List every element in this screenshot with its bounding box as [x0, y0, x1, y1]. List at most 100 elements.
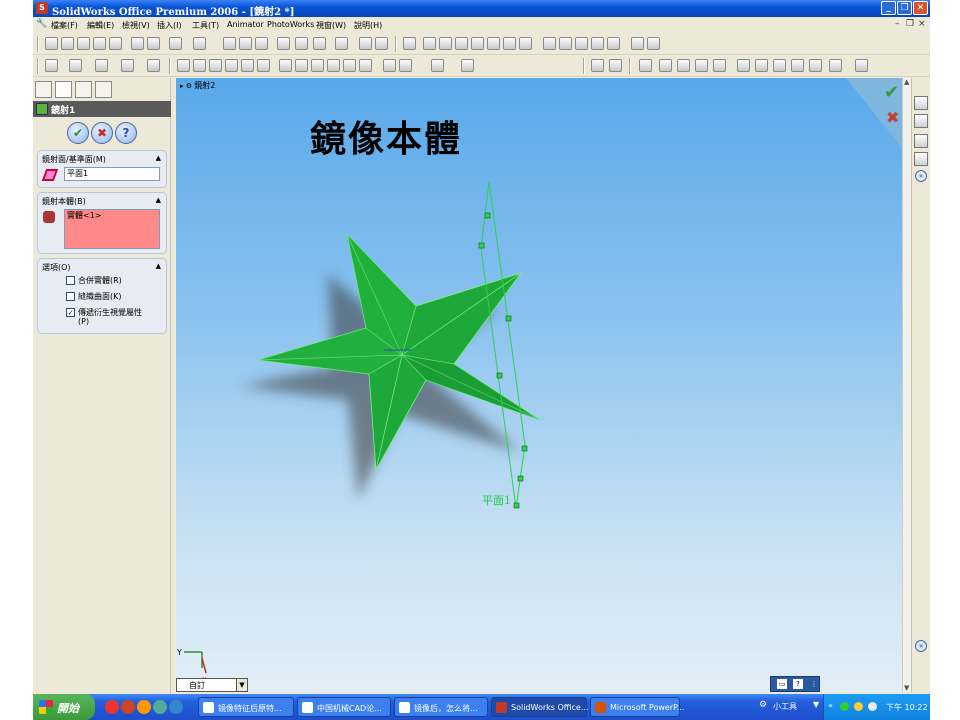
help-icon[interactable]: ?: [793, 679, 803, 689]
task-button[interactable]: SolidWorks Office...: [491, 697, 588, 717]
rib-icon[interactable]: [209, 59, 222, 72]
expand-pane-icon[interactable]: «: [915, 170, 927, 182]
balloon-icon[interactable]: [773, 59, 786, 72]
hidden-lines-visible-icon[interactable]: [559, 37, 572, 50]
assembly-icon[interactable]: [855, 59, 868, 72]
menu-icon[interactable]: ⋮: [809, 679, 819, 689]
extrude-icon[interactable]: [45, 59, 58, 72]
loft-icon[interactable]: [121, 59, 134, 72]
previous-view-icon[interactable]: [403, 37, 416, 50]
curves-icon[interactable]: [431, 59, 444, 72]
quicklaunch-icon[interactable]: [169, 700, 183, 714]
hidden-lines-removed-icon[interactable]: [575, 37, 588, 50]
dimension-icon[interactable]: [737, 59, 750, 72]
options-icon[interactable]: [277, 37, 290, 50]
weld-icon[interactable]: [809, 59, 822, 72]
gadget-label[interactable]: 小工具: [773, 701, 797, 712]
task-button[interactable]: 中国机械CAD论...: [297, 697, 391, 717]
properties-icon[interactable]: [359, 37, 372, 50]
toolbox-icon[interactable]: [609, 59, 622, 72]
file-explorer-icon[interactable]: [914, 134, 928, 148]
menu-window[interactable]: 視窗(W): [316, 20, 346, 31]
help-icon[interactable]: [375, 37, 388, 50]
split-icon[interactable]: [383, 59, 396, 72]
menu-photoworks[interactable]: PhotoWorks: [267, 20, 314, 29]
menu-animator[interactable]: Animator: [227, 20, 264, 29]
quicklaunch-icon[interactable]: [105, 700, 119, 714]
linear-pattern-icon[interactable]: [311, 59, 324, 72]
menu-insert[interactable]: 插入(I): [157, 20, 182, 31]
graphics-area[interactable]: ▸ ⚙ 鏡射2 鏡像本體 ✔ ✖ Y 平面1 自訂 ▼ ▭ ? ⋮: [176, 78, 902, 692]
knit-surfaces-checkbox[interactable]: [66, 292, 75, 301]
menu-edit[interactable]: 編輯(E): [87, 20, 114, 31]
zoom-area-icon[interactable]: [439, 37, 452, 50]
cut-extrude-icon[interactable]: [177, 59, 190, 72]
print-preview-icon[interactable]: [109, 37, 122, 50]
menu-help[interactable]: 說明(H): [354, 20, 382, 31]
print-icon[interactable]: [93, 37, 106, 50]
doc-close-button[interactable]: ×: [918, 19, 926, 29]
shell-icon[interactable]: [225, 59, 238, 72]
collapse-caret-icon[interactable]: ▲: [156, 196, 161, 204]
open-icon[interactable]: [61, 37, 74, 50]
feature-manager-tab[interactable]: [35, 81, 52, 98]
circular-pattern-icon[interactable]: [327, 59, 340, 72]
section-icon[interactable]: [695, 59, 708, 72]
bom-icon[interactable]: [791, 59, 804, 72]
sweep-icon[interactable]: [95, 59, 108, 72]
chamfer-icon[interactable]: [193, 59, 206, 72]
scroll-up-icon[interactable]: ▲: [904, 78, 909, 86]
configuration-manager-tab[interactable]: [75, 81, 92, 98]
quicklaunch-icon[interactable]: [137, 700, 151, 714]
restore-button[interactable]: ❐: [897, 1, 912, 15]
menu-file[interactable]: 檔案(F): [51, 20, 78, 31]
task-button[interactable]: 镜像后，怎么将...: [394, 697, 488, 717]
pan-icon[interactable]: [503, 37, 516, 50]
model-viewport[interactable]: Y X: [176, 78, 902, 692]
fillet-icon[interactable]: [147, 59, 160, 72]
merge-solids-checkbox[interactable]: [66, 276, 75, 285]
collapse-caret-icon[interactable]: ▲: [156, 154, 161, 162]
reference-geometry-icon[interactable]: [461, 59, 474, 72]
view-selector[interactable]: 自訂 ▼: [176, 678, 248, 692]
network-icon[interactable]: [840, 702, 849, 711]
select-icon[interactable]: [223, 37, 236, 50]
show-hidden-icons-icon[interactable]: «: [828, 701, 833, 710]
scale-icon[interactable]: [295, 59, 308, 72]
plane-icon[interactable]: [359, 59, 372, 72]
rotate-icon[interactable]: [487, 37, 500, 50]
redo-icon[interactable]: [193, 37, 206, 50]
dome-icon[interactable]: [279, 59, 292, 72]
zoom-to-fit-icon[interactable]: [423, 37, 436, 50]
revolve-icon[interactable]: [69, 59, 82, 72]
section-view-icon[interactable]: [631, 37, 644, 50]
realview-icon[interactable]: [647, 37, 660, 50]
combine-icon[interactable]: [399, 59, 412, 72]
shaded-icon[interactable]: [607, 37, 620, 50]
mirror-plane-preview[interactable]: [478, 181, 528, 509]
plane-handles[interactable]: [478, 212, 528, 509]
window-icon[interactable]: ▭: [777, 679, 787, 689]
expand-pane-icon[interactable]: «: [915, 640, 927, 652]
mirror-face-field[interactable]: 平面1: [64, 167, 160, 181]
menu-tools[interactable]: 工具(T): [192, 20, 219, 31]
layout-icon[interactable]: [295, 37, 308, 50]
mirror-icon[interactable]: [343, 59, 356, 72]
cancel-button[interactable]: ✖: [91, 122, 113, 144]
vertical-scrollbar[interactable]: ▲ ▼: [902, 78, 911, 692]
zoom-selection-icon[interactable]: [471, 37, 484, 50]
paste-icon[interactable]: [147, 37, 160, 50]
bodies-list-item[interactable]: 實體<1>: [67, 211, 102, 220]
detail-view-icon[interactable]: [713, 59, 726, 72]
drawing-view-icon[interactable]: [639, 59, 652, 72]
dimxpert-tab[interactable]: [95, 81, 112, 98]
projected-view-icon[interactable]: [677, 59, 690, 72]
grid-icon[interactable]: [313, 37, 326, 50]
mirror-plane-outline[interactable]: [480, 181, 526, 509]
new-icon[interactable]: [45, 37, 58, 50]
rebuild-icon[interactable]: [239, 37, 252, 50]
clock[interactable]: 下午 10:22: [886, 702, 928, 713]
model-view-icon[interactable]: [659, 59, 672, 72]
doc-minimize-button[interactable]: –: [895, 19, 900, 29]
library-icon[interactable]: [591, 59, 604, 72]
